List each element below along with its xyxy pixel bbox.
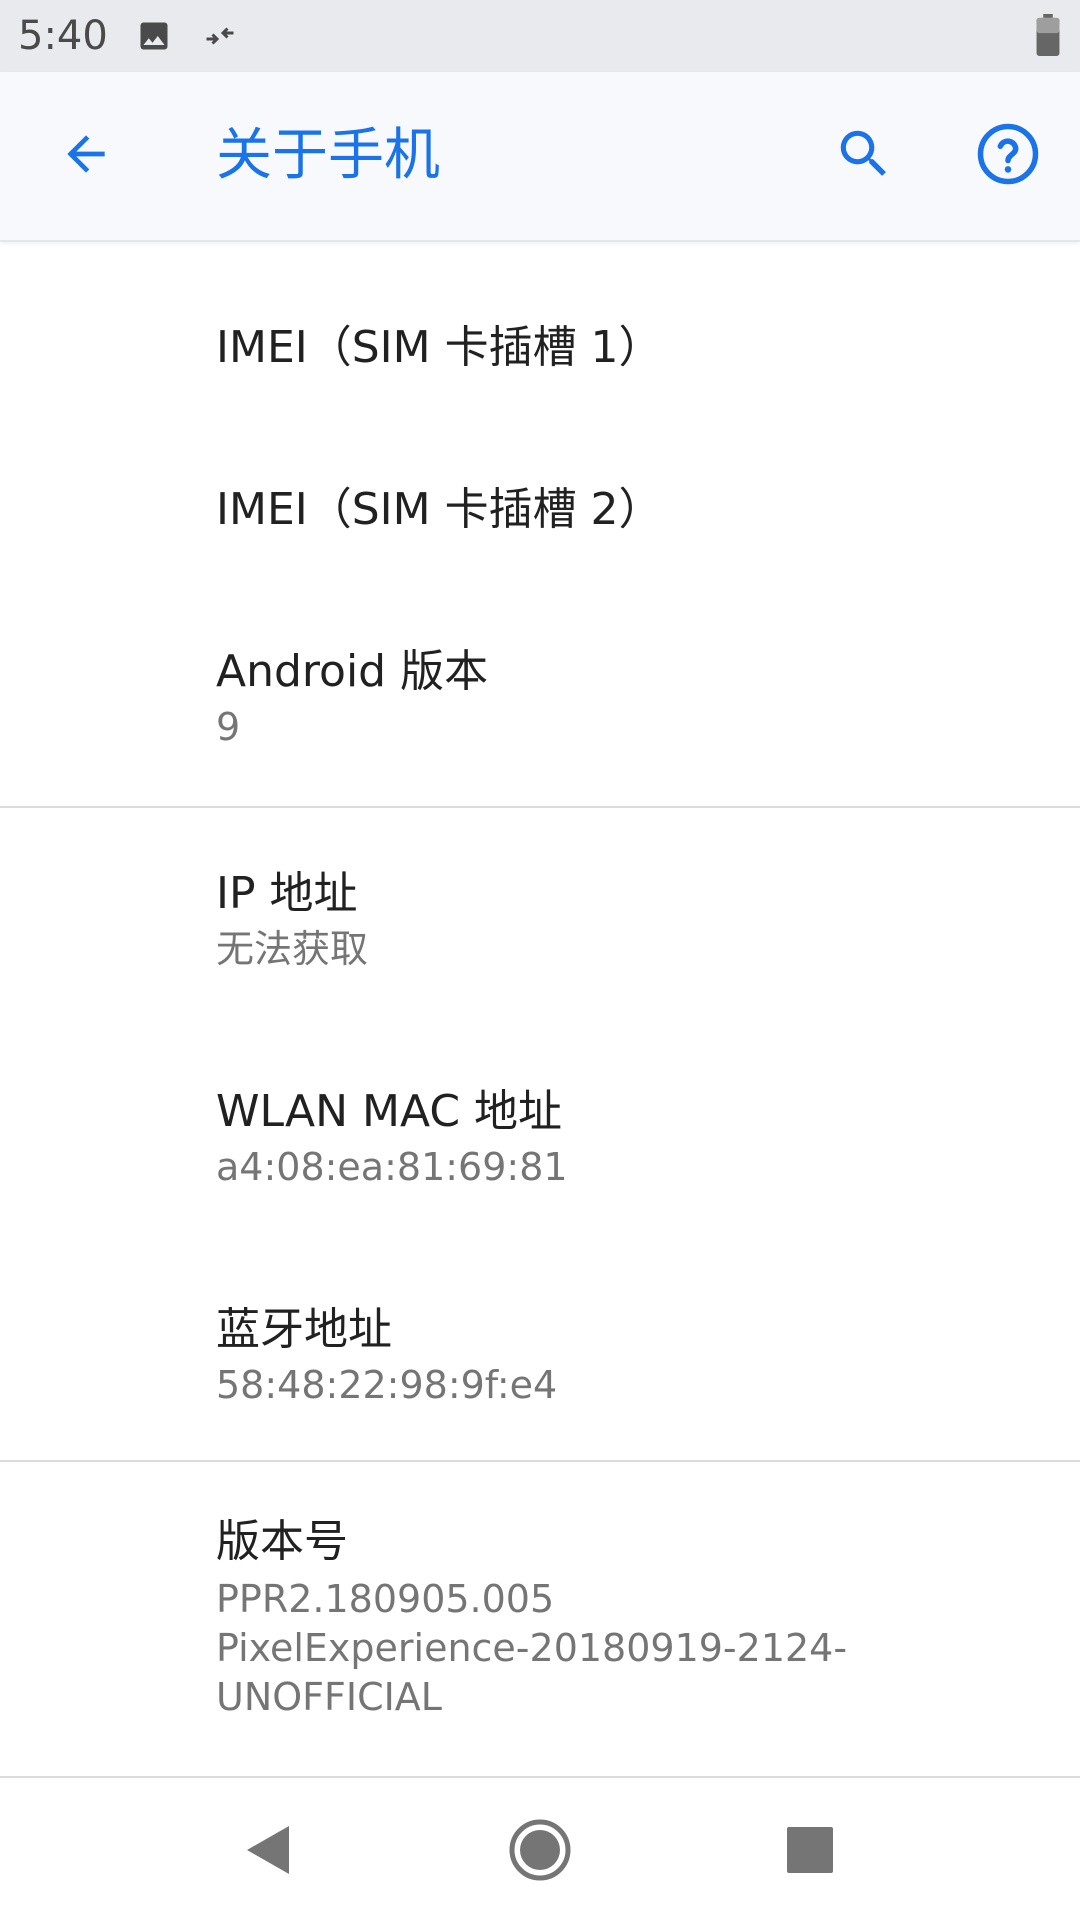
data-saver-icon <box>200 18 240 58</box>
navigation-bar <box>0 1780 1080 1920</box>
back-button[interactable] <box>38 108 134 204</box>
list-item-wlan-mac[interactable]: WLAN MAC 地址 a4:08:ea:81:69:81 <box>0 1026 1080 1244</box>
pref-summary: 9 <box>216 705 241 749</box>
list-item-bluetooth-address[interactable]: 蓝牙地址 58:48:22:98:9f:e4 <box>0 1244 1080 1460</box>
pref-summary-line: PixelExperience-20180919-2124- <box>216 1626 848 1670</box>
nav-back-icon <box>243 1823 293 1881</box>
pref-summary-line: UNOFFICIAL <box>216 1675 442 1719</box>
nav-recents-button[interactable] <box>760 1802 860 1902</box>
page-title: 关于手机 <box>216 123 440 188</box>
list-item-imei-slot2[interactable]: IMEI（SIM 卡插槽 2） <box>0 402 1080 562</box>
list-item-build-number[interactable]: 版本号 PPR2.180905.005 PixelExperience-2018… <box>0 1462 1080 1776</box>
image-icon <box>136 18 172 58</box>
list-item-ip-address[interactable]: IP 地址 无法获取 <box>0 808 1080 1026</box>
pref-title: 版本号 <box>216 1516 348 1567</box>
divider <box>0 1776 1080 1778</box>
status-bar: 5:40 <box>0 0 1080 72</box>
pref-summary-line: PPR2.180905.005 <box>216 1577 555 1621</box>
battery-icon <box>1036 14 1060 60</box>
status-time: 5:40 <box>18 13 108 59</box>
pref-title: IP 地址 <box>216 868 358 919</box>
list-item-android-version[interactable]: Android 版本 9 <box>0 562 1080 806</box>
pref-title: IMEI（SIM 卡插槽 1） <box>216 322 663 373</box>
help-button[interactable] <box>960 108 1056 204</box>
search-icon <box>833 123 895 189</box>
arrow-back-icon <box>58 126 114 186</box>
list-item-imei-slot1[interactable]: IMEI（SIM 卡插槽 1） <box>0 242 1080 402</box>
nav-back-button[interactable] <box>218 1802 318 1902</box>
pref-summary: a4:08:ea:81:69:81 <box>216 1145 568 1189</box>
pref-summary: 58:48:22:98:9f:e4 <box>216 1363 558 1407</box>
pref-title: 蓝牙地址 <box>216 1304 392 1355</box>
pref-summary: 无法获取 <box>216 927 369 971</box>
app-bar: 关于手机 <box>0 72 1080 242</box>
pref-title: Android 版本 <box>216 646 489 697</box>
nav-home-icon <box>508 1818 572 1886</box>
search-button[interactable] <box>816 108 912 204</box>
nav-recents-icon <box>786 1826 834 1878</box>
pref-title: IMEI（SIM 卡插槽 2） <box>216 484 663 535</box>
pref-title: WLAN MAC 地址 <box>216 1086 563 1137</box>
nav-home-button[interactable] <box>490 1802 590 1902</box>
help-icon <box>975 121 1041 191</box>
